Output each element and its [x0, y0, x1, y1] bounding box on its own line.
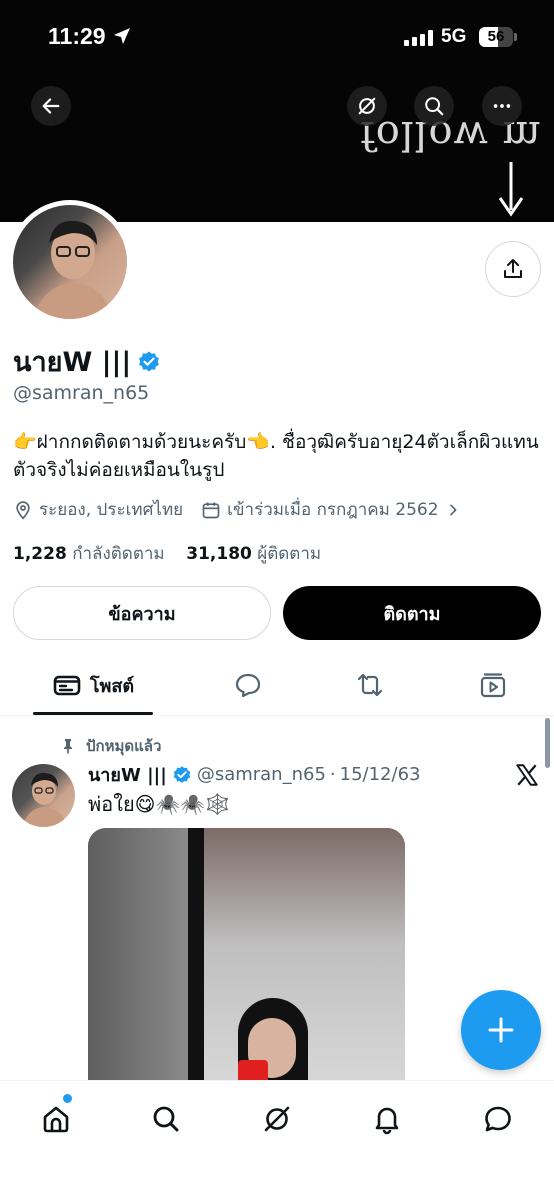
more-dots-icon [493, 104, 511, 108]
message-button[interactable]: ข้อความ [13, 586, 271, 640]
home-notification-dot [63, 1094, 72, 1103]
reposts-icon [357, 673, 383, 697]
followers-link[interactable]: 31,180 ผู้ติดตาม [186, 544, 321, 564]
nav-grok[interactable] [257, 1099, 297, 1139]
post-header: นายW ||| @samran_n65 · 15/12/63 [88, 760, 420, 789]
location-arrow-icon [114, 28, 130, 44]
compose-button[interactable] [461, 990, 541, 1070]
status-bar: 11:29 5G 56 [0, 0, 554, 72]
banner-arrow-icon [498, 162, 524, 217]
pinned-label: ปักหมุดแล้ว [86, 737, 162, 755]
more-button[interactable] [482, 86, 522, 126]
profile-handle: @samran_n65 [13, 382, 150, 404]
tab-reposts[interactable] [350, 656, 390, 714]
share-profile-button[interactable] [485, 241, 541, 297]
follow-counts: 1,228 กำลังติดตาม 31,180 ผู้ติดตาม [13, 540, 321, 567]
chat-icon [485, 1106, 511, 1132]
post-date[interactable]: 15/12/63 [340, 764, 421, 785]
profile-name-row: นายW ||| [13, 340, 161, 383]
profile-name: นายW ||| [13, 347, 132, 378]
profile-bio: 👉ฝากกดติดตามด้วยนะครับ👈. ชื่อวุฒิครับอาย… [13, 431, 539, 481]
post-media-image[interactable] [88, 828, 405, 1088]
scrollbar[interactable] [545, 718, 550, 768]
posts-icon [53, 675, 81, 696]
chevron-right-icon[interactable] [445, 502, 461, 518]
share-icon [504, 259, 522, 278]
plus-icon [488, 1017, 514, 1043]
post-text: พ่อใย😋🕷️🕷️🕸️ [88, 792, 231, 816]
battery-level: 56 [487, 28, 505, 45]
following-label: กำลังติดตาม [72, 544, 165, 564]
back-button[interactable] [31, 86, 71, 126]
search-icon [425, 97, 444, 116]
following-count: 1,228 [13, 544, 67, 564]
tab-posts-label: โพสต์ [89, 675, 135, 697]
signal-bars-icon [404, 30, 433, 46]
avatar-photo [13, 205, 127, 319]
location-pin-icon [16, 500, 30, 520]
status-time: 11:29 [48, 23, 106, 49]
followers-label: ผู้ติดตาม [257, 544, 322, 564]
battery-indicator: 56 [479, 27, 517, 47]
followers-count: 31,180 [186, 544, 252, 564]
back-arrow-icon [42, 98, 60, 114]
active-tab-indicator [33, 712, 153, 715]
calendar-icon [202, 502, 220, 518]
follow-button[interactable]: ติดตาม [283, 586, 541, 640]
pinned-indicator: ปักหมุดแล้ว [60, 734, 161, 758]
post-author-avatar[interactable] [12, 764, 75, 827]
profile-joined-date[interactable]: เข้าร่วมเมื่อ กรกฎาคม 2562 [227, 496, 438, 523]
network-type: 5G [441, 26, 467, 47]
bell-icon [375, 1107, 399, 1135]
tab-media[interactable] [473, 656, 513, 714]
profile-tabs: โพสต์ [0, 656, 554, 716]
pin-icon [64, 739, 72, 754]
tab-replies[interactable] [228, 656, 268, 714]
following-link[interactable]: 1,228 กำลังติดตาม [13, 544, 165, 564]
grok-icon [264, 1106, 290, 1132]
post-author-handle: @samran_n65 [196, 764, 326, 785]
profile-avatar[interactable] [8, 200, 132, 324]
nav-messages[interactable] [478, 1099, 518, 1139]
post-author-name[interactable]: นายW ||| [88, 760, 167, 789]
nav-notifications[interactable] [367, 1099, 407, 1139]
grok-button[interactable] [347, 86, 387, 126]
search-icon [153, 1106, 179, 1132]
grok-icon [358, 97, 376, 115]
search-button[interactable] [414, 86, 454, 126]
media-icon [480, 673, 506, 698]
home-icon [43, 1106, 69, 1133]
verified-badge-icon[interactable] [137, 350, 161, 374]
post-separator: · [329, 764, 336, 785]
replies-icon [235, 673, 261, 698]
tab-posts[interactable]: โพสต์ [33, 656, 153, 714]
profile-location: ระยอง, ประเทศไทย [39, 500, 184, 520]
verified-badge-icon [173, 765, 191, 783]
bottom-navigation [0, 1080, 554, 1200]
nav-search[interactable] [146, 1099, 186, 1139]
profile-meta: ระยอง, ประเทศไทย เข้าร่วมเมื่อ กรกฎาคม 2… [13, 496, 467, 523]
nav-home[interactable] [36, 1099, 76, 1139]
x-logo-icon[interactable] [514, 762, 540, 788]
